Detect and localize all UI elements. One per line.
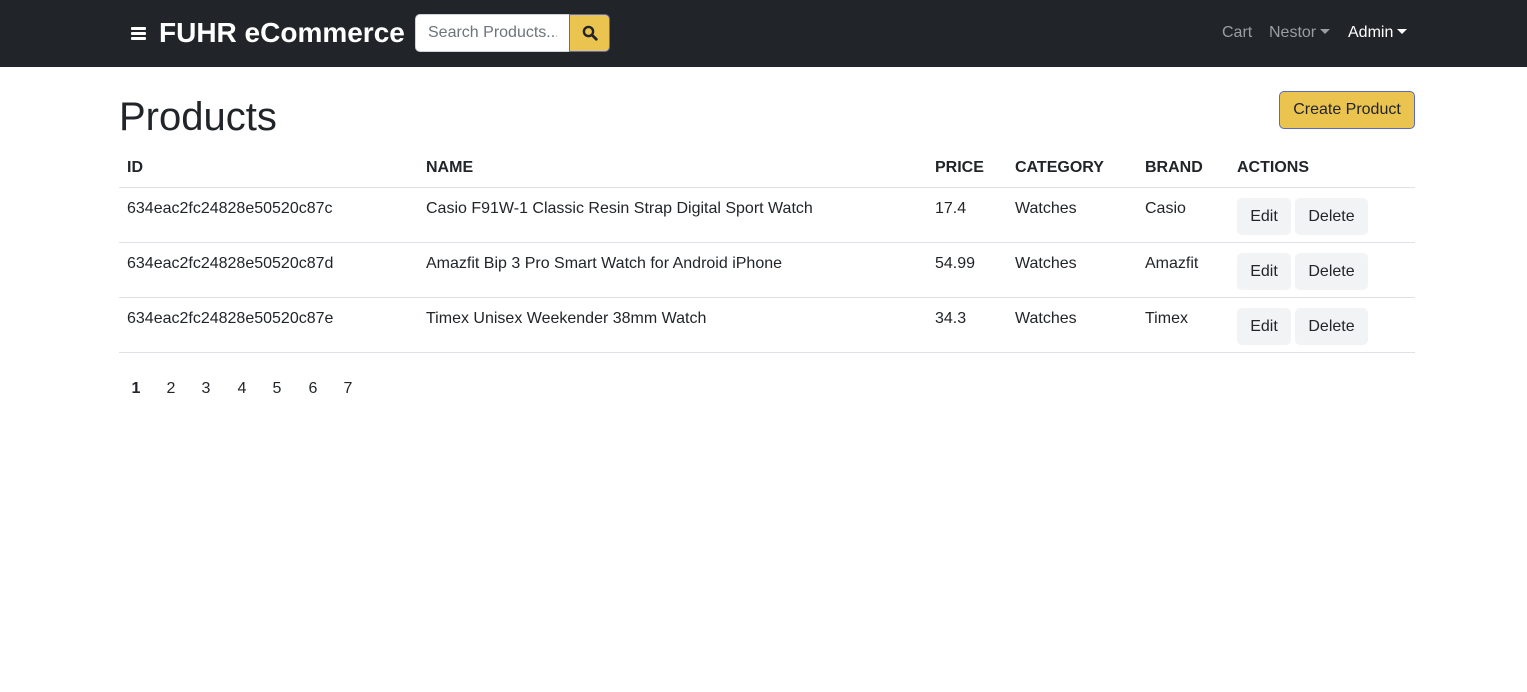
search-icon: [582, 25, 598, 41]
column-header-id: ID: [127, 159, 143, 176]
table-row: 634eac2fc24828e50520c87e Timex Unisex We…: [119, 298, 1415, 353]
delete-button[interactable]: Delete: [1295, 253, 1368, 290]
cell-id: 634eac2fc24828e50520c87c: [127, 200, 333, 217]
table-row: 634eac2fc24828e50520c87c Casio F91W-1 Cl…: [119, 188, 1415, 243]
cell-price: 34.3: [935, 310, 967, 327]
cell-name: Timex Unisex Weekender 38mm Watch: [426, 310, 707, 327]
column-header-actions: ACTIONS: [1237, 159, 1309, 176]
cell-brand: Amazfit: [1145, 255, 1199, 272]
column-header-name: NAME: [426, 159, 474, 176]
search-button[interactable]: [569, 14, 610, 52]
cell-price: 17.4: [935, 200, 967, 217]
edit-button[interactable]: Edit: [1237, 253, 1291, 290]
table-divider: [119, 352, 1415, 353]
cell-category: Watches: [1015, 310, 1077, 327]
cell-category: Watches: [1015, 200, 1077, 217]
cell-category: Watches: [1015, 255, 1077, 272]
column-header-category: CATEGORY: [1015, 159, 1104, 176]
page-link-4[interactable]: 4: [225, 378, 259, 400]
table-row: 634eac2fc24828e50520c87d Amazfit Bip 3 P…: [119, 243, 1415, 298]
brand-logo-text[interactable]: FUHR eCommerce: [159, 14, 405, 52]
cell-id: 634eac2fc24828e50520c87e: [127, 310, 334, 327]
hamburger-menu-icon[interactable]: [131, 26, 146, 40]
cell-price: 54.99: [935, 255, 976, 272]
nav-user-label: Nestor: [1269, 24, 1317, 41]
edit-button[interactable]: Edit: [1237, 308, 1291, 345]
nav-user-dropdown[interactable]: Nestor: [1269, 22, 1331, 44]
delete-button[interactable]: Delete: [1295, 308, 1368, 345]
page-link-3[interactable]: 3: [189, 378, 223, 400]
create-product-button[interactable]: Create Product: [1279, 91, 1415, 129]
column-header-brand: BRAND: [1145, 159, 1203, 176]
nav-admin-label: Admin: [1348, 24, 1394, 41]
delete-button[interactable]: Delete: [1295, 198, 1368, 235]
page-link-7[interactable]: 7: [331, 378, 365, 400]
caret-down-icon: [1397, 29, 1408, 34]
page-link-6[interactable]: 6: [296, 378, 330, 400]
nav-cart-link[interactable]: Cart: [1222, 22, 1252, 44]
cell-brand: Casio: [1145, 200, 1186, 217]
cell-brand: Timex: [1145, 310, 1188, 327]
column-header-price: PRICE: [935, 159, 984, 176]
nav-admin-dropdown[interactable]: Admin: [1348, 22, 1408, 44]
cell-name: Amazfit Bip 3 Pro Smart Watch for Androi…: [426, 255, 783, 272]
cell-id: 634eac2fc24828e50520c87d: [127, 255, 334, 272]
page-link-1[interactable]: 1: [119, 378, 153, 400]
cell-name: Casio F91W-1 Classic Resin Strap Digital…: [426, 200, 813, 217]
page-link-2[interactable]: 2: [154, 378, 188, 400]
caret-down-icon: [1320, 29, 1331, 34]
search-input[interactable]: [415, 14, 569, 52]
edit-button[interactable]: Edit: [1237, 198, 1291, 235]
page-link-5[interactable]: 5: [260, 378, 294, 400]
navbar: FUHR eCommerce Cart Nestor Admin: [0, 0, 1527, 67]
page-title: Products: [119, 95, 277, 139]
